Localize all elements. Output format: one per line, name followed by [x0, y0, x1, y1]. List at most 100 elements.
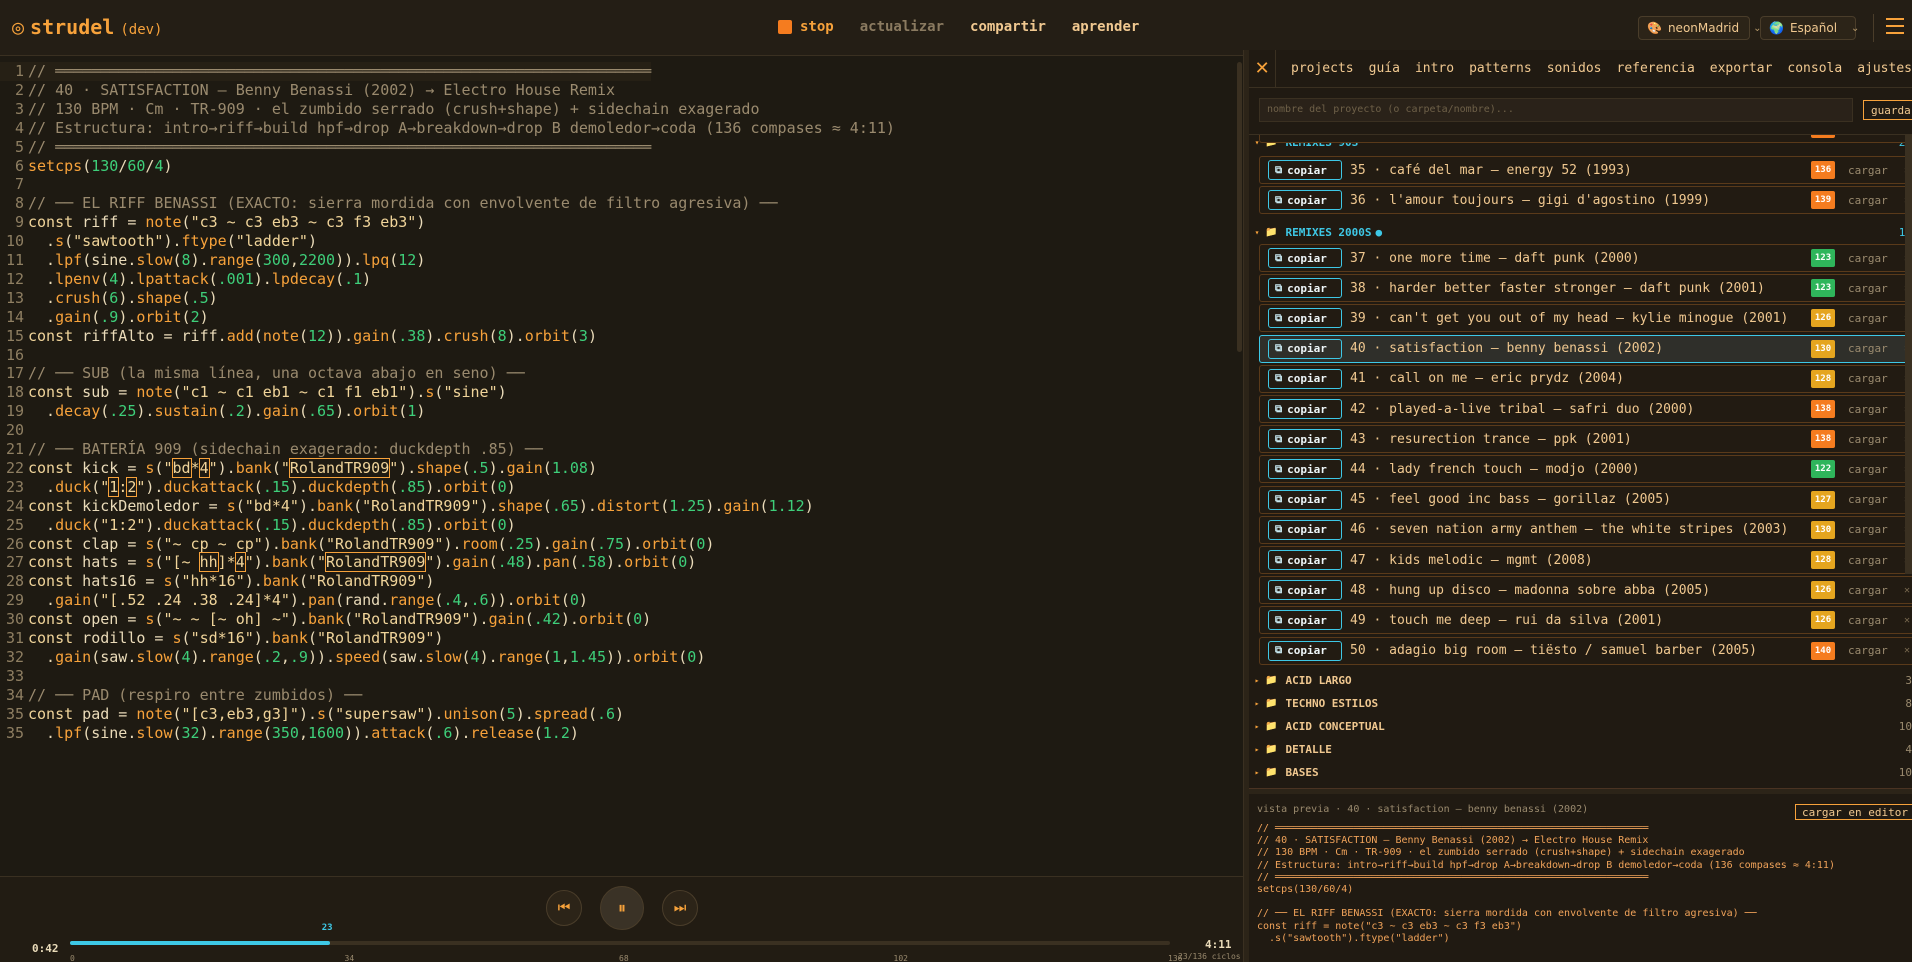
line-code[interactable]: const kickDemoledor = s("bd*4").bank("Ro… [28, 497, 814, 516]
list-item[interactable]: ⧉ copiar 47 · kids melodic — mgmt (2008) 12… [1259, 546, 1912, 574]
line-code[interactable]: // ── SUB (la misma línea, una octava ab… [28, 364, 525, 383]
copy-button[interactable]: ⧉ copiar [1268, 160, 1342, 180]
previous-icon[interactable]: ⏮ [546, 890, 582, 926]
load-button[interactable]: cargar [1848, 614, 1888, 627]
line-code[interactable]: setcps(130/60/4) [28, 157, 173, 176]
delete-icon[interactable]: ✕ [1904, 615, 1910, 626]
line-code[interactable]: // ═════════════════════════════════════… [28, 62, 651, 81]
copy-button[interactable]: ⧉ copiar [1268, 429, 1342, 450]
load-button[interactable]: cargar [1848, 584, 1888, 597]
copy-button[interactable]: ⧉ copiar [1268, 308, 1342, 329]
list-item[interactable]: ⧉ copiar 39 · can't get you out of my head… [1259, 304, 1912, 333]
line-code[interactable]: .gain(saw.slow(4).range(.2,.9)).speed(sa… [28, 648, 705, 667]
project-name-input[interactable]: nombre del proyecto (o carpeta/nombre)..… [1259, 98, 1853, 122]
load-button[interactable]: cargar [1848, 523, 1888, 536]
load-button[interactable]: cargar [1848, 164, 1888, 177]
list-item[interactable]: ⧉ copiar 36 · l'amour toujours — gigi d'ag… [1259, 186, 1912, 214]
load-button[interactable]: cargar [1848, 342, 1888, 355]
copy-button[interactable]: ⧉ copiar [1268, 519, 1342, 540]
list-scrollbar[interactable] [1905, 134, 1912, 574]
load-button[interactable]: cargar [1848, 252, 1888, 265]
line-code[interactable]: const rodillo = s("sd*16").bank("RolandT… [28, 629, 443, 648]
close-icon[interactable]: ✕ [1249, 58, 1275, 79]
line-code[interactable]: .lpf(sine.slow(8).range(300,2200)).lpq(1… [28, 251, 425, 270]
brand[interactable]: ◎ strudel (dev) [12, 15, 163, 39]
line-code[interactable]: const pad = note("[c3,eb3,g3]").s("super… [28, 705, 624, 724]
update-button[interactable]: actualizar [860, 19, 944, 35]
line-code[interactable]: // Estructura: intro→riff→build hpf→drop… [28, 119, 895, 138]
line-code[interactable]: const kick = s("bd*4").bank("RolandTR909… [28, 457, 597, 478]
folder-acid-largo[interactable]: ▸ 📁 ACID LARGO 3 [1249, 670, 1912, 690]
load-in-editor-button[interactable]: cargar en editor [1795, 804, 1912, 820]
line-code[interactable]: .gain(.9).orbit(2) [28, 308, 209, 327]
load-button[interactable]: cargar [1848, 433, 1888, 446]
folder-detalle[interactable]: ▸ 📁 DETALLE 4 [1249, 739, 1912, 759]
load-button[interactable]: cargar [1848, 403, 1888, 416]
line-code[interactable]: .crush(6).shape(.5) [28, 289, 218, 308]
code-editor[interactable]: 1// ════════════════════════════════════… [0, 62, 1243, 876]
pause-icon[interactable]: ⏸ [600, 886, 644, 930]
list-item[interactable]: cargar [1259, 135, 1912, 143]
line-code[interactable]: const hats16 = s("hh*16").bank("RolandTR… [28, 572, 434, 591]
folder-acid-conceptual[interactable]: ▸ 📁 ACID CONCEPTUAL 10 [1249, 716, 1912, 736]
line-code[interactable]: // 40 · SATISFACTION — Benny Benassi (20… [28, 81, 615, 100]
line-code[interactable]: .duck("1:2").duckattack(.15).duckdepth(.… [28, 476, 516, 497]
editor-scrollbar[interactable] [1237, 62, 1242, 352]
copy-button[interactable]: ⧉ copiar [1268, 399, 1342, 419]
copy-button[interactable]: ⧉ copiar [1268, 550, 1342, 570]
list-item[interactable]: ⧉ copiar 46 · seven nation army anthem — t… [1259, 515, 1912, 544]
line-code[interactable]: const open = s("~ ~ [~ oh] ~").bank("Rol… [28, 610, 651, 629]
line-code[interactable]: // ── PAD (respiro entre zumbidos) ── [28, 686, 362, 705]
load-button[interactable]: cargar [1848, 644, 1888, 657]
line-code[interactable]: const sub = note("c1 ~ c1 eb1 ~ c1 f1 eb… [28, 383, 507, 402]
copy-button[interactable]: ⧉ copiar [1268, 610, 1342, 631]
menu-icon[interactable] [1886, 18, 1904, 34]
copy-button[interactable]: ⧉ copiar [1268, 459, 1342, 480]
next-icon[interactable]: ⏭ [662, 890, 698, 926]
line-code[interactable]: const riffAlto = riff.add(note(12)).gain… [28, 327, 597, 346]
line-code[interactable]: // 130 BPM · Cm · TR-909 · el zumbido se… [28, 100, 760, 119]
tab-guía[interactable]: guía [1369, 61, 1400, 76]
theme-select[interactable]: 🎨 neonMadrid ⌄ [1638, 16, 1762, 40]
line-code[interactable]: .duck("1:2").duckattack(.15).duckdepth(.… [28, 516, 516, 535]
line-code[interactable]: .lpf(sine.slow(32).range(350,1600)).atta… [28, 724, 579, 743]
copy-button[interactable]: ⧉ copiar [1268, 368, 1342, 389]
list-item[interactable]: ⧉ copiar 45 · feel good inc bass — gorilla… [1259, 485, 1912, 514]
copy-button[interactable]: ⧉ copiar [1268, 338, 1342, 359]
copy-button[interactable]: ⧉ copiar [1268, 190, 1342, 210]
load-button[interactable]: cargar [1848, 372, 1888, 385]
tab-exportar[interactable]: exportar [1710, 61, 1773, 76]
copy-button[interactable]: ⧉ copiar [1268, 248, 1342, 268]
list-item[interactable]: ⧉ copiar 35 · café del mar — energy 52 (19… [1259, 156, 1912, 184]
language-select[interactable]: 🌍 Español ⌄ [1760, 16, 1859, 40]
list-item[interactable]: ⧉ copiar 43 · resurection trance — ppk (20… [1259, 425, 1912, 454]
tab-ajustes[interactable]: ajustes [1857, 61, 1912, 76]
line-code[interactable]: .gain("[.52 .24 .38 .24]*4").pan(rand.ra… [28, 591, 588, 610]
share-button[interactable]: compartir [970, 19, 1046, 35]
load-button[interactable]: cargar [1848, 282, 1888, 295]
tab-consola[interactable]: consola [1787, 61, 1842, 76]
line-code[interactable]: // ── EL RIFF BENASSI (EXACTO: sierra mo… [28, 194, 778, 213]
copy-button[interactable]: ⧉ copiar [1268, 580, 1342, 601]
list-item[interactable]: ⧉ copiar 48 · hung up disco — madonna sobr… [1259, 576, 1912, 605]
list-item[interactable]: ⧉ copiar 49 · touch me deep — rui da silva… [1259, 606, 1912, 635]
copy-button[interactable]: ⧉ copiar [1268, 640, 1342, 661]
tab-intro[interactable]: intro [1415, 61, 1454, 76]
load-button[interactable]: cargar [1848, 194, 1888, 207]
copy-button[interactable]: ⧉ copiar [1268, 489, 1342, 510]
line-code[interactable]: .s("sawtooth").ftype("ladder") [28, 232, 317, 251]
line-code[interactable]: const riff = note("c3 ~ c3 eb3 ~ c3 f3 e… [28, 213, 425, 232]
list-item[interactable]: ⧉ copiar 50 · adagio big room — tiësto / s… [1259, 636, 1912, 665]
delete-icon[interactable]: ✕ [1904, 585, 1910, 596]
tab-sonidos[interactable]: sonidos [1547, 61, 1602, 76]
list-item[interactable]: ⧉ copiar 41 · call on me — eric prydz (200… [1259, 364, 1912, 393]
load-button[interactable]: cargar [1848, 493, 1888, 506]
load-button[interactable]: cargar [1848, 312, 1888, 325]
learn-button[interactable]: aprender [1072, 19, 1139, 35]
progress-track[interactable] [70, 941, 1170, 945]
load-button[interactable]: cargar [1848, 463, 1888, 476]
folder-bases[interactable]: ▸ 📁 BASES 10 [1249, 762, 1912, 782]
list-item[interactable]: ⧉ copiar 37 · one more time — daft punk (2… [1259, 244, 1912, 272]
tab-patterns[interactable]: patterns [1469, 61, 1532, 76]
list-item[interactable]: ⧉ copiar 44 · lady french touch — modjo (2… [1259, 455, 1912, 484]
